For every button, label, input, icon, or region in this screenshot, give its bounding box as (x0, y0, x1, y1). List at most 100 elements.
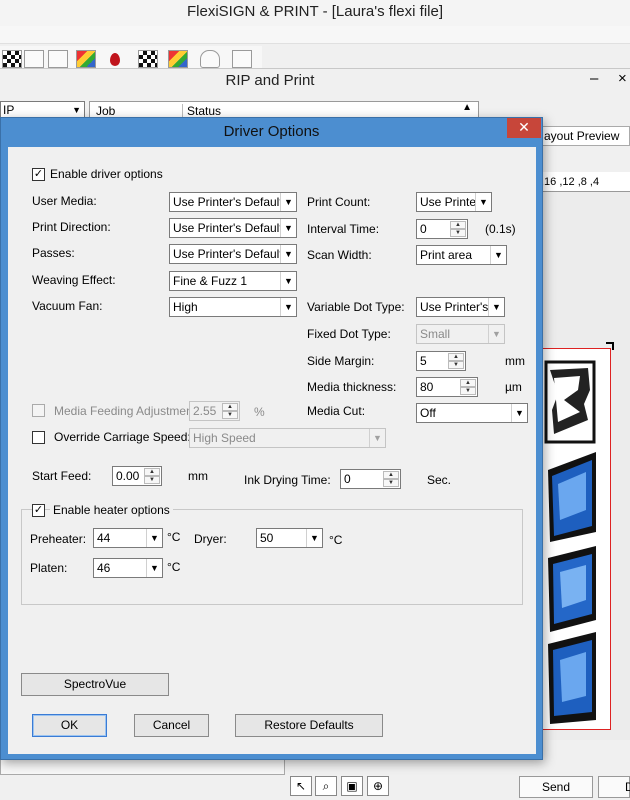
palette-icon[interactable] (76, 50, 96, 68)
chevron-down-icon: ▼ (72, 105, 81, 115)
media-feeding-adjustment-stepper: 2.55 ▲ ▼ (189, 401, 240, 421)
side-margin-value: 5 (420, 354, 427, 368)
enable-driver-options-checkbox[interactable]: ✓ (32, 168, 45, 181)
chevron-down-icon: ▼ (369, 429, 385, 447)
media-cut-select[interactable]: Off ▼ (416, 403, 528, 423)
fixed-dot-type-value: Small (420, 327, 451, 341)
preheater-select[interactable]: 44 ▼ (93, 528, 163, 548)
restore-defaults-button[interactable]: Restore Defaults (235, 714, 383, 737)
driver-options-dialog: Driver Options ✕ ✓ Enable driver options… (0, 117, 543, 760)
zoom-fit-icon[interactable]: ⊕ (367, 776, 389, 796)
override-carriage-speed-checkbox[interactable] (32, 431, 45, 444)
arrow-down-icon[interactable]: ▼ (448, 361, 464, 369)
layers-icon[interactable] (24, 50, 44, 68)
dialog-body: ✓ Enable driver options User Media: Use … (8, 147, 536, 754)
tab-layout-preview[interactable]: ayout Preview (541, 126, 630, 146)
enable-heater-options-label: Enable heater options (50, 503, 173, 517)
chevron-down-icon: ▼ (490, 246, 506, 264)
chevron-down-icon: ▼ (475, 193, 491, 211)
arrow-down-icon[interactable]: ▼ (383, 479, 399, 487)
arrow-down-icon: ▼ (222, 411, 238, 419)
dryer-select[interactable]: 50 ▼ (256, 528, 323, 548)
side-margin-stepper[interactable]: 5 ▲ ▼ (416, 351, 466, 371)
media-thickness-value: 80 (420, 380, 434, 394)
weaving-effect-value: Fine & Fuzz 1 (173, 274, 248, 288)
zoom-icon[interactable]: ⌕ (315, 776, 337, 796)
arrow-up-icon[interactable]: ▲ (383, 471, 399, 479)
arrow-down-icon[interactable]: ▼ (450, 229, 466, 237)
platen-value: 46 (97, 561, 111, 575)
print-direction-value: Use Printer's Default (173, 221, 283, 235)
arrow-down-icon[interactable]: ▼ (460, 387, 476, 395)
passes-label: Passes: (32, 246, 75, 260)
printer-icon[interactable] (48, 50, 68, 68)
passes-select[interactable]: Use Printer's Default ▼ (169, 244, 297, 264)
column-job[interactable]: Job (96, 104, 115, 118)
side-margin-unit: mm (505, 354, 525, 368)
ink-drop-icon[interactable] (104, 50, 124, 68)
print-direction-select[interactable]: Use Printer's Default ▼ (169, 218, 297, 238)
arrow-up-icon: ▲ (222, 403, 238, 411)
crop-mark (606, 342, 614, 350)
arrow-up-icon[interactable]: ▲ (460, 379, 476, 387)
chevron-down-icon: ▼ (280, 193, 296, 211)
weaving-effect-label: Weaving Effect: (32, 273, 116, 287)
chevron-down-icon: ▼ (146, 529, 162, 547)
preheater-label: Preheater: (30, 532, 87, 546)
image-icon[interactable]: ▣ (341, 776, 363, 796)
print-count-label: Print Count: (307, 195, 371, 209)
weaving-effect-select[interactable]: Fine & Fuzz 1 ▼ (169, 271, 297, 291)
arrow-up-icon[interactable]: ▲ (144, 468, 160, 476)
app-title-bar: FlexiSIGN & PRINT - [Laura's flexi file] (0, 0, 630, 26)
interval-time-stepper[interactable]: 0 ▲ ▼ (416, 219, 468, 239)
media-feeding-adjustment-label: Media Feeding Adjustment: (54, 404, 200, 418)
user-media-value: Use Printer's Default (173, 195, 283, 209)
chevron-down-icon: ▼ (488, 325, 504, 343)
fixed-dot-type-select: Small ▼ (416, 324, 505, 344)
print-count-select[interactable]: Use Printer ▼ (416, 192, 492, 212)
queue-select-value: IP (3, 103, 15, 117)
heater-options-group (21, 509, 523, 605)
cancel-button[interactable]: Cancel (134, 714, 209, 737)
ink-drying-time-stepper[interactable]: 0 ▲ ▼ (340, 469, 401, 489)
arrow-up-icon[interactable]: ▲ (450, 221, 466, 229)
print-count-value: Use Printer (420, 195, 481, 209)
chevron-down-icon: ▼ (146, 559, 162, 577)
scan-width-select[interactable]: Print area ▼ (416, 245, 507, 265)
minimize-button[interactable]: – (590, 70, 598, 87)
close-icon[interactable]: ✕ (507, 118, 541, 138)
chevron-down-icon: ▼ (280, 298, 296, 316)
arrow-up-icon[interactable]: ▲ (448, 353, 464, 361)
platen-select[interactable]: 46 ▼ (93, 558, 163, 578)
media-thickness-label: Media thickness: (307, 380, 397, 394)
send-button[interactable]: Send (519, 776, 593, 798)
variable-dot-type-select[interactable]: Use Printer's D ▼ (416, 297, 505, 317)
enable-heater-options-checkbox[interactable]: ✓ (32, 504, 45, 517)
dryer-label: Dryer: (194, 532, 227, 546)
ink-drying-time-label: Ink Drying Time: (244, 473, 331, 487)
chevron-up-icon[interactable]: ▲ (462, 102, 472, 113)
chevron-down-icon: ▼ (488, 298, 504, 316)
media-thickness-stepper[interactable]: 80 ▲ ▼ (416, 377, 478, 397)
pointer-icon[interactable]: ↖ (290, 776, 312, 796)
secondary-button[interactable]: D (598, 776, 630, 798)
grid-icon[interactable] (2, 50, 22, 68)
ok-button[interactable]: OK (32, 714, 107, 737)
passes-value: Use Printer's Default (173, 247, 283, 261)
color-wheel-icon[interactable] (168, 50, 188, 68)
upload-icon[interactable] (232, 50, 252, 68)
cloud-icon[interactable] (200, 50, 220, 68)
vacuum-fan-select[interactable]: High ▼ (169, 297, 297, 317)
color-bars-icon[interactable] (138, 50, 158, 68)
spectrovue-button[interactable]: SpectroVue (21, 673, 169, 696)
scan-width-label: Scan Width: (307, 248, 372, 262)
start-feed-stepper[interactable]: 0.00 ▲ ▼ (112, 466, 162, 486)
arrow-down-icon[interactable]: ▼ (144, 476, 160, 484)
interval-time-label: Interval Time: (307, 222, 380, 236)
enable-driver-options-label: Enable driver options (50, 167, 163, 181)
preheater-value: 44 (97, 531, 111, 545)
carriage-speed-select: High Speed ▼ (189, 428, 386, 448)
user-media-select[interactable]: Use Printer's Default ▼ (169, 192, 297, 212)
vacuum-fan-label: Vacuum Fan: (32, 299, 103, 313)
close-button[interactable]: × (618, 70, 627, 87)
